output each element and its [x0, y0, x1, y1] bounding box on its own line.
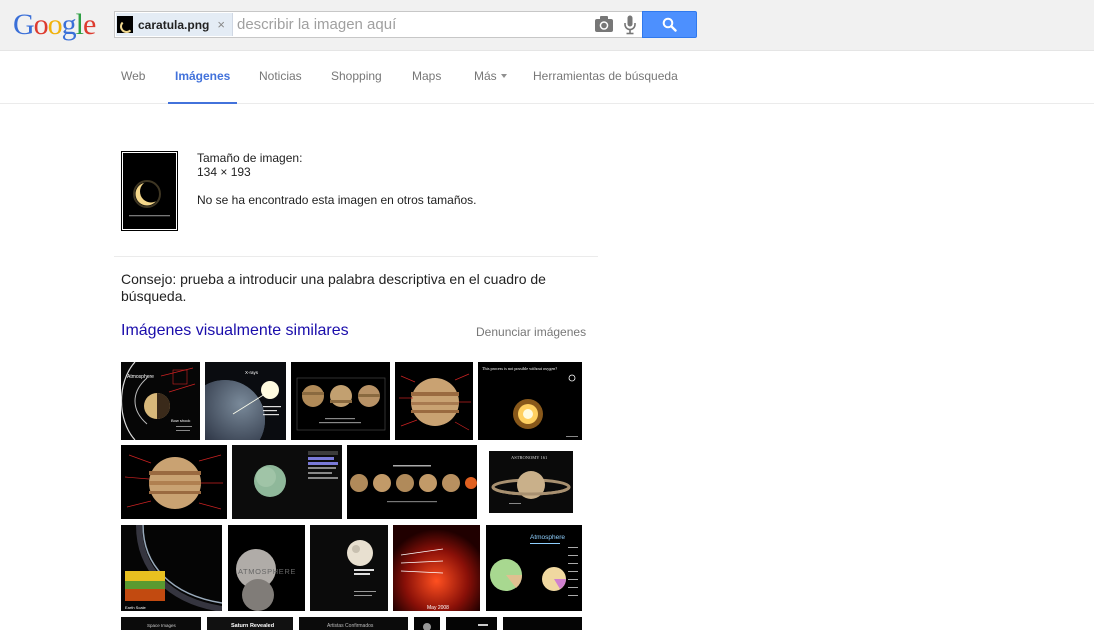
image-chip-thumbnail: [117, 16, 133, 33]
search-tip: Consejo: prueba a introducir una palabra…: [121, 271, 546, 304]
header-bar: Google caratula.png ×: [0, 0, 1094, 51]
logo-letter: l: [75, 8, 84, 41]
tab-more[interactable]: Más: [474, 69, 507, 104]
image-chip[interactable]: caratula.png ×: [116, 13, 233, 36]
tile-caption: X-rays: [245, 370, 259, 375]
similar-image-17[interactable]: Artistas Confirmados: [299, 617, 408, 630]
similar-image-15[interactable]: Space Images: [121, 617, 201, 630]
similar-image-9[interactable]: ASTRONOMY 161: [489, 451, 573, 513]
report-images-link[interactable]: Denunciar imágenes: [476, 325, 586, 339]
similar-image-7[interactable]: [232, 445, 342, 519]
similar-image-2[interactable]: X-rays: [205, 362, 286, 440]
image-size-label: Tamaño de imagen:: [197, 151, 303, 165]
tile-caption: Artistas Confirmados: [327, 623, 374, 629]
similar-image-6[interactable]: [121, 445, 227, 519]
tab-news[interactable]: Noticias: [259, 69, 302, 104]
tab-maps[interactable]: Maps: [412, 69, 441, 104]
similar-image-4[interactable]: [395, 362, 473, 440]
similar-image-1[interactable]: Atmosphere Bow shock: [121, 362, 200, 440]
similar-image-14[interactable]: Atmosphere: [486, 525, 582, 611]
similar-image-3[interactable]: [291, 362, 390, 440]
tab-more-label: Más: [474, 69, 497, 83]
search-button[interactable]: [642, 11, 697, 38]
eclipse-artwork: [123, 153, 176, 229]
microphone-icon[interactable]: [623, 15, 637, 35]
tab-images[interactable]: Imágenes: [168, 69, 238, 104]
similar-image-11[interactable]: ATMOSPHERE: [228, 525, 305, 611]
image-size-value: 134 × 193: [197, 165, 251, 179]
logo-letter: g: [61, 8, 77, 41]
tile-caption: Saturn Revealed: [231, 623, 274, 629]
similar-image-13[interactable]: May 2008: [393, 525, 480, 611]
logo-letter: o: [33, 8, 49, 41]
search-box[interactable]: caratula.png ×: [114, 11, 642, 38]
similar-image-18[interactable]: [414, 617, 440, 630]
similar-images-link[interactable]: Imágenes visualmente similares: [121, 322, 349, 340]
similar-image-16[interactable]: Saturn Revealed: [207, 617, 293, 630]
svg-text:Earth Scale: Earth Scale: [125, 605, 146, 610]
logo-letter: e: [83, 8, 96, 41]
tile-caption: Bow shock: [171, 418, 190, 423]
search-icon: [662, 17, 677, 32]
tile-caption: This process is not possible without oxy…: [482, 366, 557, 371]
search-input[interactable]: [237, 13, 582, 36]
google-logo[interactable]: Google: [13, 8, 96, 42]
tab-shopping[interactable]: Shopping: [331, 69, 382, 104]
tile-caption: ASTRONOMY 161: [511, 455, 547, 460]
tab-web[interactable]: Web: [121, 69, 145, 104]
search-type-nav: Web Imágenes Noticias Shopping Maps Más …: [0, 51, 1094, 104]
section-divider: [114, 256, 598, 257]
similar-image-12[interactable]: [310, 525, 388, 611]
image-size-info: Tamaño de imagen: 134 × 193: [197, 151, 302, 179]
similar-image-5[interactable]: This process is not possible without oxy…: [478, 362, 582, 440]
tile-caption: May 2008: [427, 605, 449, 611]
logo-letter: o: [47, 8, 63, 41]
image-chip-filename: caratula.png: [138, 17, 210, 32]
tile-caption: Atmosphere: [530, 534, 565, 541]
camera-icon[interactable]: [594, 15, 614, 34]
not-found-message: No se ha encontrado esta imagen en otros…: [197, 193, 477, 207]
remove-image-button[interactable]: ×: [217, 17, 225, 32]
query-image-thumbnail[interactable]: [121, 151, 178, 231]
similar-image-10[interactable]: Earth Scale: [121, 525, 222, 611]
similar-image-20[interactable]: [503, 617, 582, 630]
similar-image-19[interactable]: [446, 617, 497, 630]
logo-letter: G: [13, 8, 35, 41]
tile-caption: ATMOSPHERE: [238, 567, 296, 576]
similar-image-8[interactable]: [347, 445, 477, 519]
tile-caption: Space Images: [147, 623, 177, 628]
tab-search-tools[interactable]: Herramientas de búsqueda: [533, 69, 678, 104]
chevron-down-icon: [500, 73, 507, 78]
tile-caption: Atmosphere: [127, 374, 154, 380]
